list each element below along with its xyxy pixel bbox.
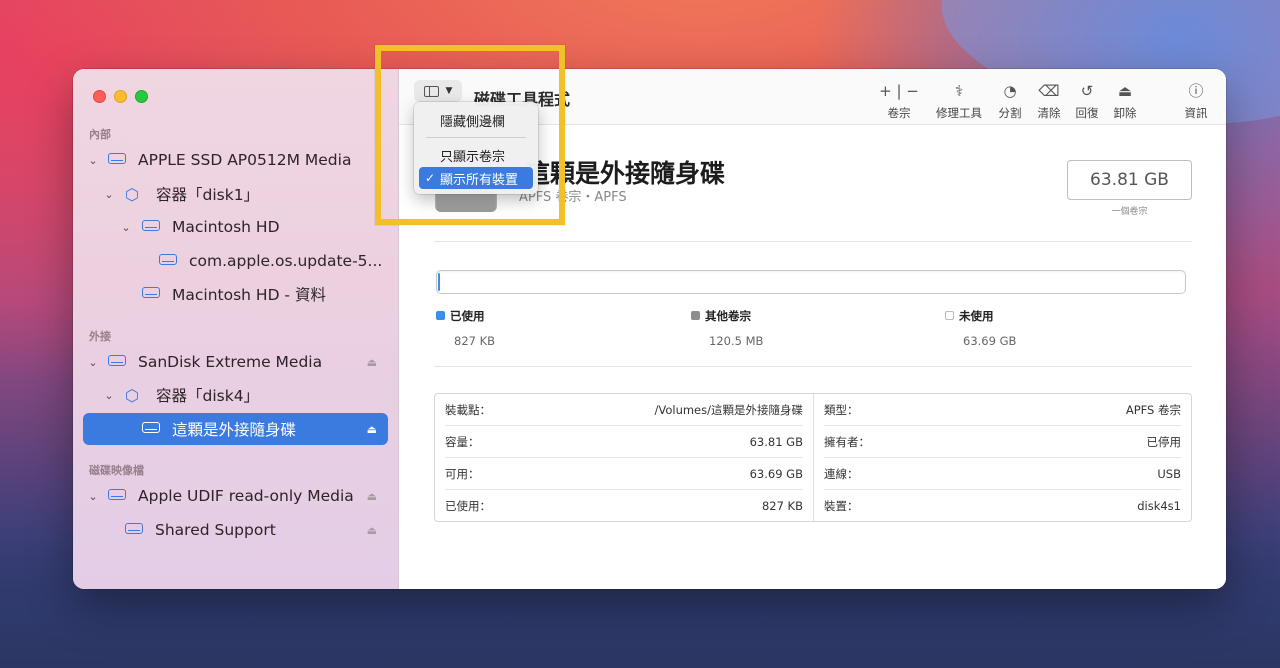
info-column-right: 類型： APFS 卷宗 擁有者： 已停用 連線： USB 裝置： disk4s1 <box>813 394 1191 521</box>
partition-button[interactable]: ◔ 分割 <box>995 81 1025 121</box>
info-row-available: 可用： 63.69 GB <box>445 458 803 490</box>
eject-icon[interactable]: ⏏ <box>367 423 377 436</box>
info-column-left: 裝載點：/Volumes/這顆是外接隨身碟 容量： 63.81 GB 可用： 63.… <box>435 394 813 521</box>
plus-minus-icon[interactable]: + | − <box>875 81 923 101</box>
chevron-down-icon[interactable]: ⌄ <box>86 490 100 503</box>
sidebar-item-label: APPLE SSD AP0512M Media <box>138 151 352 169</box>
disk-utility-window: 內部 ⌄ APPLE SSD AP0512M Media ⌄ ⬡ 容器「disk… <box>73 69 1226 589</box>
zoom-button[interactable] <box>135 90 148 103</box>
info-row-type: 類型： APFS 卷宗 <box>824 394 1181 426</box>
info-row-device: 裝置： disk4s1 <box>824 499 1181 513</box>
sidebar-item-macintosh-hd-data[interactable]: Macintosh HD - 資料 <box>83 278 388 310</box>
volume-size: 63.81 GB <box>1067 160 1192 200</box>
erase-button[interactable]: ⌫ 清除 <box>1034 81 1064 121</box>
stethoscope-icon: ⚕ <box>954 82 964 100</box>
drive-icon <box>108 489 128 503</box>
info-table: 裝載點：/Volumes/這顆是外接隨身碟 容量： 63.81 GB 可用： 63.… <box>434 393 1192 522</box>
sidebar-item-label: Apple UDIF read-only Media <box>138 487 354 505</box>
sidebar-item-update-volume[interactable]: com.apple.os.update-5... <box>83 245 388 277</box>
pie-chart-icon: ◔ <box>1003 82 1017 100</box>
sidebar-item-label: com.apple.os.update-5... <box>189 252 383 270</box>
legend-free: 未使用 63.69 GB <box>945 305 1016 348</box>
chevron-down-icon[interactable]: ⌄ <box>86 356 100 369</box>
info-button[interactable]: ⓘ 資訊 <box>1181 81 1211 121</box>
close-button[interactable] <box>93 90 106 103</box>
sidebar-item-shared-support[interactable]: Shared Support ⏏ <box>83 514 388 546</box>
legend-other-volumes: 其他卷宗 120.5 MB <box>691 305 763 348</box>
sidebar-item-label: Macintosh HD <box>172 218 280 236</box>
drive-icon <box>108 355 128 369</box>
sidebar-item-external-volume[interactable]: 這顆是外接隨身碟 ⏏ <box>83 413 388 445</box>
legend-used: 已使用 827 KB <box>436 305 495 348</box>
usage-bar <box>436 270 1186 294</box>
drive-icon <box>108 153 128 167</box>
chevron-down-icon[interactable]: ⌄ <box>102 389 116 402</box>
section-label-internal: 內部 <box>89 128 111 141</box>
info-row-capacity: 容量： 63.81 GB <box>445 426 803 458</box>
sidebar-item-sandisk[interactable]: ⌄ SanDisk Extreme Media ⏏ <box>83 346 388 378</box>
container-icon: ⬡ <box>125 386 139 405</box>
chevron-down-icon[interactable]: ⌄ <box>86 154 100 167</box>
free-swatch <box>945 311 954 320</box>
volume-icon <box>125 523 145 537</box>
chevron-down-icon[interactable]: ⌄ <box>119 221 133 234</box>
unmount-button[interactable]: ⏏ 卸除 <box>1110 81 1140 121</box>
sidebar-item-label: 容器「disk1」 <box>156 186 260 204</box>
sidebar-item-container-disk4[interactable]: ⌄ ⬡ 容器「disk4」 <box>83 379 388 411</box>
eraser-icon: ⌫ <box>1038 82 1060 100</box>
info-row-owners: 擁有者： 已停用 <box>824 426 1181 458</box>
eject-icon[interactable]: ⏏ <box>367 524 377 537</box>
sidebar-item-label: 這顆是外接隨身碟 <box>172 421 297 439</box>
usage-used-segment <box>438 273 440 291</box>
sidebar-item-container-disk1[interactable]: ⌄ ⬡ 容器「disk1」 <box>83 178 388 210</box>
volume-icon <box>159 254 179 268</box>
eject-icon[interactable]: ⏏ <box>367 490 377 503</box>
sidebar-item-label: 容器「disk4」 <box>156 387 260 405</box>
window-controls <box>93 90 148 103</box>
sidebar-item-macintosh-hd[interactable]: ⌄ Macintosh HD <box>83 211 388 243</box>
section-label-external: 外接 <box>89 330 111 343</box>
divider <box>434 366 1192 367</box>
info-row-mount-point: 裝載點：/Volumes/這顆是外接隨身碟 <box>445 394 803 426</box>
info-icon: ⓘ <box>1188 82 1204 100</box>
sidebar-item-label: Macintosh HD - 資料 <box>172 286 326 304</box>
restore-button[interactable]: ↺ 回復 <box>1072 81 1102 121</box>
chevron-down-icon[interactable]: ⌄ <box>102 188 116 201</box>
minimize-button[interactable] <box>114 90 127 103</box>
unmount-icon: ⏏ <box>1117 82 1133 100</box>
sidebar-item-apple-ssd[interactable]: ⌄ APPLE SSD AP0512M Media <box>83 144 388 176</box>
volume-icon <box>142 287 162 301</box>
volume-size-caption: 一個卷宗 <box>1111 207 1148 217</box>
volume-add-remove[interactable]: + | − 卷宗 <box>875 81 923 121</box>
highlight-annotation <box>375 45 565 225</box>
volume-icon <box>142 220 162 234</box>
other-swatch <box>691 311 700 320</box>
eject-icon[interactable]: ⏏ <box>367 356 377 369</box>
sidebar-item-apple-udif[interactable]: ⌄ Apple UDIF read-only Media ⏏ <box>83 480 388 512</box>
restore-icon: ↺ <box>1080 82 1094 100</box>
first-aid-button[interactable]: ⚕ 修理工具 <box>934 81 984 121</box>
volume-icon <box>142 422 162 436</box>
used-swatch <box>436 311 445 320</box>
divider <box>434 241 1192 242</box>
info-row-connection: 連線： USB <box>824 458 1181 490</box>
sidebar-item-label: Shared Support <box>155 521 276 539</box>
sidebar: 內部 ⌄ APPLE SSD AP0512M Media ⌄ ⬡ 容器「disk… <box>73 69 399 589</box>
sidebar-item-label: SanDisk Extreme Media <box>138 353 323 371</box>
info-row-used: 已使用： 827 KB <box>445 499 803 513</box>
section-label-disk-images: 磁碟映像檔 <box>89 464 144 477</box>
container-icon: ⬡ <box>125 185 139 204</box>
